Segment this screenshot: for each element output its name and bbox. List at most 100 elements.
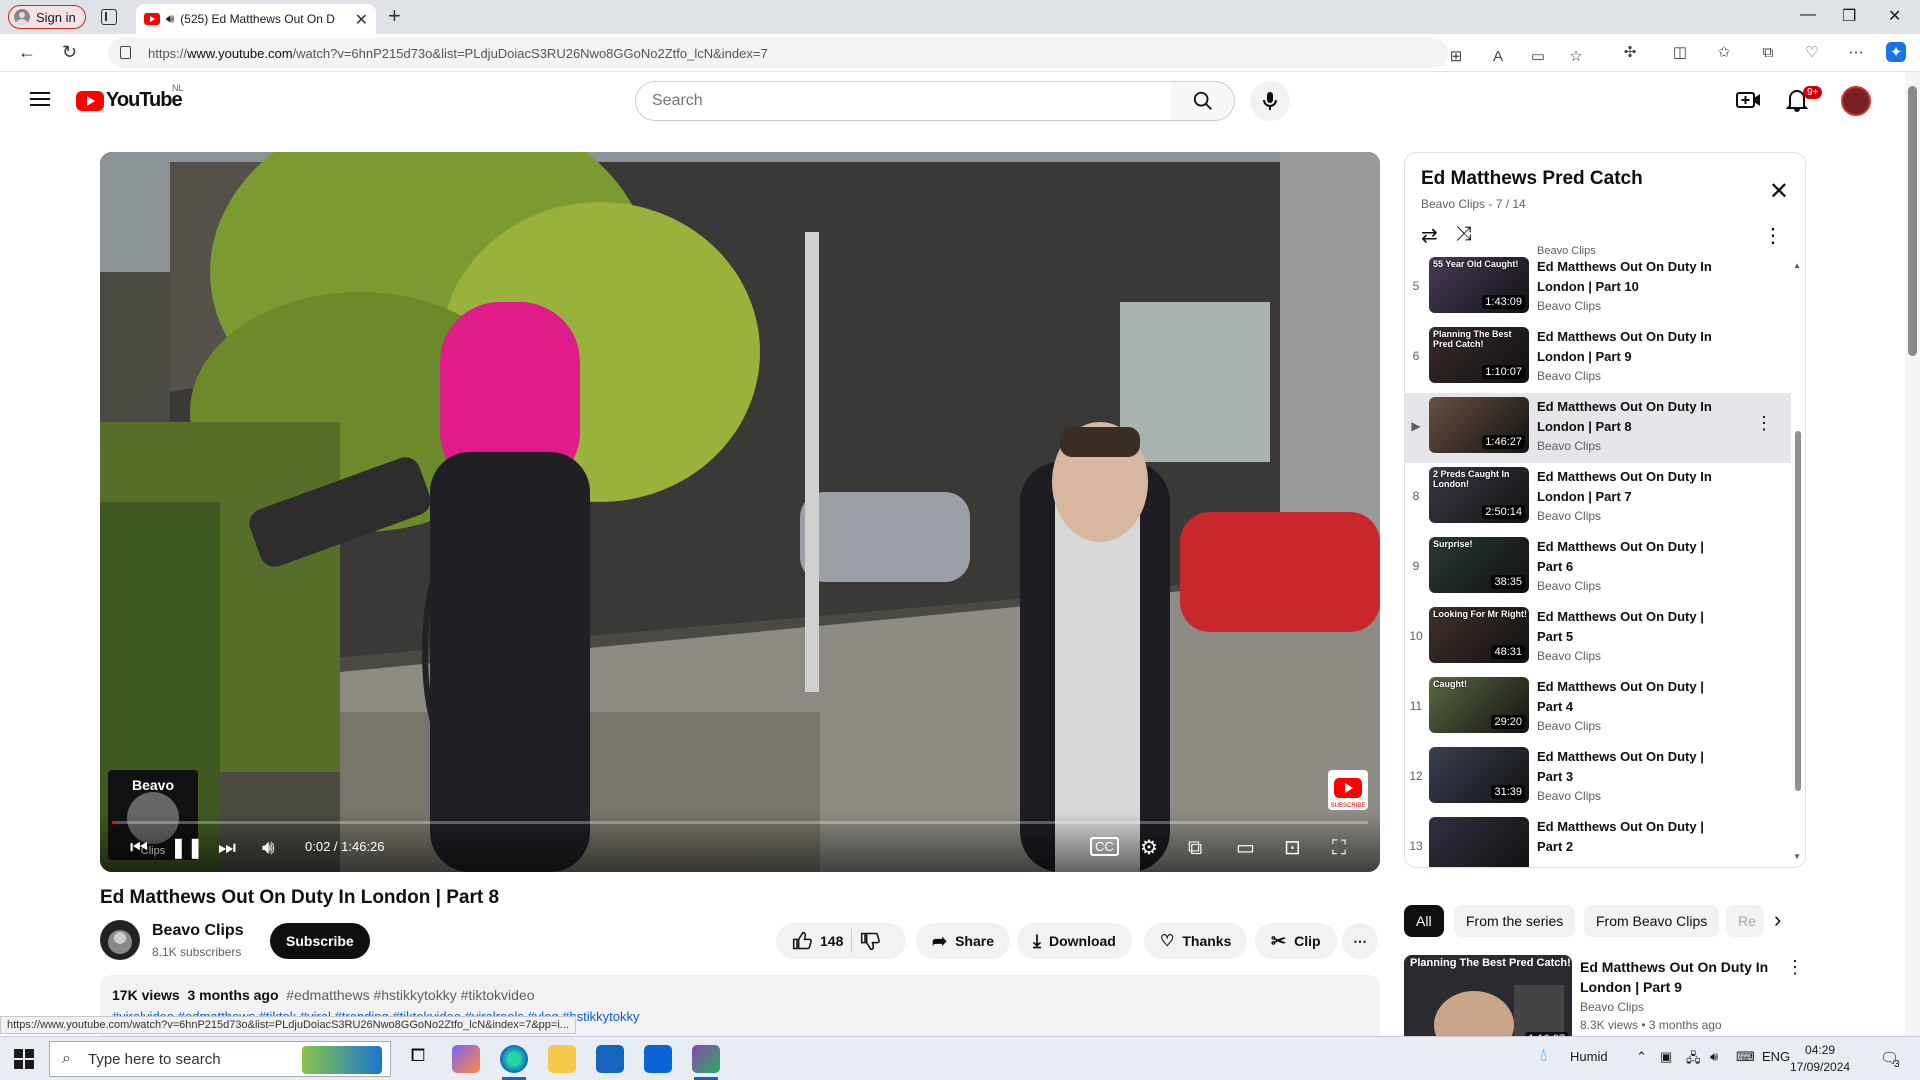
- recommended-channel[interactable]: Beavo Clips: [1580, 1000, 1644, 1014]
- volume-tray-icon[interactable]: 🔊︎: [1710, 1049, 1718, 1065]
- like-button[interactable]: 148: [792, 931, 843, 951]
- collections-icon[interactable]: ⧉: [1758, 42, 1778, 62]
- split-screen-icon[interactable]: ◫: [1670, 42, 1690, 62]
- playlist-item-thumbnail[interactable]: 2 Preds Caught In London! 2:50:14: [1429, 467, 1529, 523]
- file-explorer-icon[interactable]: [548, 1045, 576, 1073]
- clock[interactable]: 04:29 17/09/2024: [1790, 1042, 1850, 1076]
- scroll-down-icon[interactable]: ▼: [1793, 852, 1801, 861]
- sign-in-button[interactable]: Sign in: [8, 5, 86, 29]
- mail-icon[interactable]: [644, 1045, 672, 1073]
- theater-mode-icon[interactable]: ▭: [1236, 835, 1255, 860]
- settings-more-icon[interactable]: ⋯: [1846, 42, 1866, 62]
- minimize-icon[interactable]: —: [1800, 6, 1816, 24]
- playlist-item[interactable]: 10 Looking For Mr Right! 48:31 Ed Matthews …: [1405, 603, 1791, 673]
- playlist-item[interactable]: 8 2 Preds Caught In London! 2:50:14 Ed Matt…: [1405, 463, 1791, 533]
- search-button[interactable]: [1171, 81, 1235, 121]
- description-hashtags[interactable]: #edmatthews #hstikkytokky #tiktokvideo: [286, 987, 534, 1003]
- playlist-item-thumbnail[interactable]: Surprise! 38:35: [1429, 537, 1529, 593]
- recommended-thumbnail[interactable]: Planning The Best Pred Catch! 1:10:07: [1404, 955, 1572, 1049]
- pause-icon[interactable]: ❚❚: [170, 835, 204, 860]
- more-actions-button[interactable]: ⋯: [1342, 923, 1378, 959]
- chips-next-icon[interactable]: ›: [1774, 907, 1781, 933]
- network-icon[interactable]: 🖧︎: [1686, 1049, 1701, 1071]
- clip-button[interactable]: ✂︎ Clip: [1255, 923, 1337, 959]
- read-aloud-icon[interactable]: A: [1488, 46, 1508, 66]
- playlist-item-thumbnail[interactable]: 1:46:27: [1429, 397, 1529, 453]
- channel-avatar[interactable]: [100, 920, 140, 960]
- close-tab-icon[interactable]: ✕: [355, 10, 368, 30]
- back-icon[interactable]: ←: [18, 42, 36, 63]
- page-scroll-thumb[interactable]: [1908, 86, 1917, 356]
- restore-icon[interactable]: ❐: [1842, 6, 1856, 26]
- search-input[interactable]: Search: [635, 81, 1172, 121]
- youtube-logo[interactable]: YouTube NL: [76, 83, 184, 112]
- url-field[interactable]: https://www.youtube.com/watch?v=6hnP215d…: [108, 38, 1583, 68]
- tray-chevron-icon[interactable]: ⌃: [1636, 1049, 1647, 1065]
- voice-search-button[interactable]: [1250, 81, 1290, 121]
- playlist-item-thumbnail[interactable]: Planning The Best Pred Catch! 1:10:07: [1429, 327, 1529, 383]
- chip-all[interactable]: All: [1404, 905, 1444, 937]
- edge-browser-icon[interactable]: [500, 1045, 528, 1073]
- app-available-icon[interactable]: ⊞: [1446, 46, 1466, 66]
- microsoft-store-icon[interactable]: [596, 1045, 624, 1073]
- item-more-icon[interactable]: ⋮: [1755, 413, 1773, 434]
- share-button[interactable]: ➦ Share: [916, 923, 1011, 959]
- language-indicator[interactable]: ENG: [1762, 1049, 1790, 1064]
- playlist-item-thumbnail[interactable]: [1429, 817, 1529, 867]
- chip-related[interactable]: Re: [1726, 905, 1764, 937]
- subscribe-watermark[interactable]: SUBSCRIBE: [1328, 770, 1368, 810]
- tray-app-icon[interactable]: ▣: [1660, 1049, 1672, 1065]
- playlist-item-thumbnail[interactable]: 31:39: [1429, 747, 1529, 803]
- playlist-more-icon[interactable]: ⋮: [1763, 223, 1783, 248]
- captions-icon[interactable]: CC: [1090, 837, 1119, 856]
- recommended-more-icon[interactable]: ⋮: [1786, 957, 1804, 978]
- lock-icon[interactable]: [120, 46, 131, 59]
- speaker-icon[interactable]: 🔊︎: [166, 11, 174, 27]
- playlist-item-thumbnail[interactable]: Looking For Mr Right! 48:31: [1429, 607, 1529, 663]
- next-icon[interactable]: ⏭︎: [218, 837, 236, 860]
- playlist-scroll-thumb[interactable]: [1795, 431, 1801, 791]
- channel-name[interactable]: Beavo Clips: [152, 922, 244, 940]
- playlist-item[interactable]: 11 Caught! 29:20 Ed Matthews Out On Duty | …: [1405, 673, 1791, 743]
- video-player[interactable]: BeavoClips SUBSCRIBE ⏮︎ ❚❚ ⏭︎ 🔊︎ 0:02 / …: [100, 152, 1380, 872]
- create-video-icon[interactable]: [1736, 88, 1762, 112]
- task-view-icon[interactable]: ⧠: [404, 1045, 432, 1073]
- volume-icon[interactable]: 🔊︎: [262, 837, 275, 860]
- copilot-app-icon[interactable]: [452, 1045, 480, 1073]
- playlist-item[interactable]: ▶ 1:46:27 Ed Matthews Out On Duty In Londo…: [1405, 393, 1791, 463]
- playlist-item[interactable]: 6 Planning The Best Pred Catch! 1:10:07 Ed …: [1405, 323, 1791, 393]
- playlist-item[interactable]: 5 55 Year Old Caught! 1:43:09 Ed Matthews O…: [1405, 253, 1791, 323]
- keyboard-icon[interactable]: ⌨︎: [1736, 1049, 1755, 1065]
- close-playlist-icon[interactable]: ✕: [1769, 177, 1789, 206]
- cast-icon[interactable]: ⊡: [1284, 835, 1301, 860]
- browser-tab[interactable]: 🔊︎ (525) Ed Matthews Out On D ✕: [136, 4, 376, 34]
- loop-icon[interactable]: ⇄: [1421, 223, 1438, 248]
- progress-bar[interactable]: [112, 821, 1368, 824]
- browser-essentials-icon[interactable]: ♡: [1802, 42, 1822, 62]
- settings-gear-icon[interactable]: ⚙︎: [1140, 835, 1158, 860]
- favorites-icon[interactable]: ✩: [1714, 42, 1734, 62]
- chip-from-the-series[interactable]: From the series: [1454, 905, 1576, 937]
- chip-from-beavo-clips[interactable]: From Beavo Clips: [1584, 905, 1720, 937]
- shuffle-icon[interactable]: ⤨: [1456, 223, 1472, 248]
- thumbs-down-icon[interactable]: [860, 931, 881, 951]
- close-window-icon[interactable]: ✕: [1888, 6, 1901, 26]
- windows-start-icon[interactable]: [14, 1049, 34, 1069]
- previous-icon[interactable]: ⏮︎: [130, 837, 148, 860]
- weather-icon[interactable]: 💧︎: [1540, 1045, 1547, 1066]
- playlist-item-thumbnail[interactable]: Caught! 29:20: [1429, 677, 1529, 733]
- extensions-icon[interactable]: ✣: [1620, 42, 1640, 62]
- tab-actions-icon[interactable]: [101, 9, 117, 25]
- subscribe-button[interactable]: Subscribe: [270, 923, 370, 959]
- new-tab-icon[interactable]: +: [388, 3, 401, 29]
- playlist-title[interactable]: Ed Matthews Pred Catch: [1421, 168, 1643, 190]
- thanks-button[interactable]: ♡ Thanks: [1144, 923, 1248, 959]
- immersive-reader-icon[interactable]: ▭: [1528, 46, 1548, 66]
- recommended-title[interactable]: Ed Matthews Out On Duty In London | Part…: [1580, 957, 1770, 997]
- account-avatar[interactable]: [1841, 86, 1871, 116]
- menu-icon[interactable]: [30, 92, 50, 106]
- copilot-icon[interactable]: ✦: [1886, 42, 1906, 62]
- playlist-item[interactable]: 12 31:39 Ed Matthews Out On Duty | Part 3 B…: [1405, 743, 1791, 813]
- app-pinned-icon[interactable]: [692, 1045, 720, 1073]
- favorite-star-icon[interactable]: ☆: [1566, 46, 1586, 66]
